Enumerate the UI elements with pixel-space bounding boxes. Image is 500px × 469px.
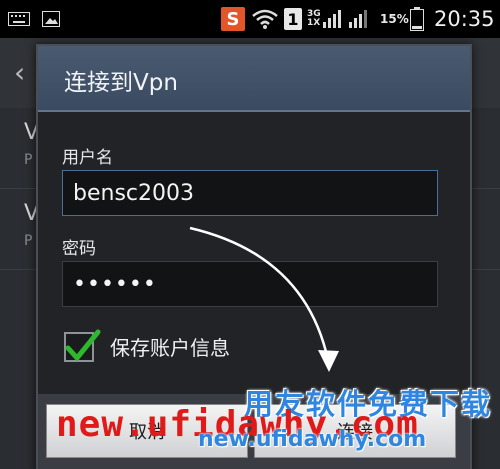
check-icon <box>65 329 101 361</box>
network-type-bottom: 1X <box>307 18 321 28</box>
username-label: 用户名 <box>62 148 113 168</box>
battery-percent: 15% <box>380 12 409 26</box>
save-credentials-label: 保存账户信息 <box>110 336 230 360</box>
vpn-list-item-subtitle: P <box>24 152 33 168</box>
signal-icon <box>322 10 341 28</box>
watermark-url-blue: new.ufidawhy.com <box>198 427 427 452</box>
password-field[interactable]: •••••• <box>62 261 438 307</box>
back-arrow-icon[interactable]: ‹ <box>14 56 25 89</box>
vpn-list-item-subtitle: P <box>24 233 33 249</box>
status-bar: S 1 3G 1X 15% 20:35 <box>0 0 500 38</box>
battery-icon <box>410 0 424 38</box>
keyboard-icon <box>8 0 30 38</box>
network-indicator: 3G 1X <box>307 0 367 38</box>
app-badge-icon: S <box>221 7 245 31</box>
dialog-title: 连接到Vpn <box>64 70 178 96</box>
clock: 20:35 <box>434 7 495 31</box>
password-label: 密码 <box>62 239 96 259</box>
save-credentials-checkbox[interactable] <box>64 329 101 362</box>
android-screen: S 1 3G 1X 15% 20:35 ‹ V P V P 连接到Vpn 用户名… <box>0 0 500 469</box>
username-field[interactable]: bensc2003 <box>62 170 438 216</box>
dialog-title-bar: 连接到Vpn <box>38 46 470 112</box>
image-icon <box>42 0 60 38</box>
sim-badge-icon: 1 <box>284 8 302 30</box>
wifi-icon <box>252 0 278 38</box>
signal-icon <box>348 10 367 28</box>
